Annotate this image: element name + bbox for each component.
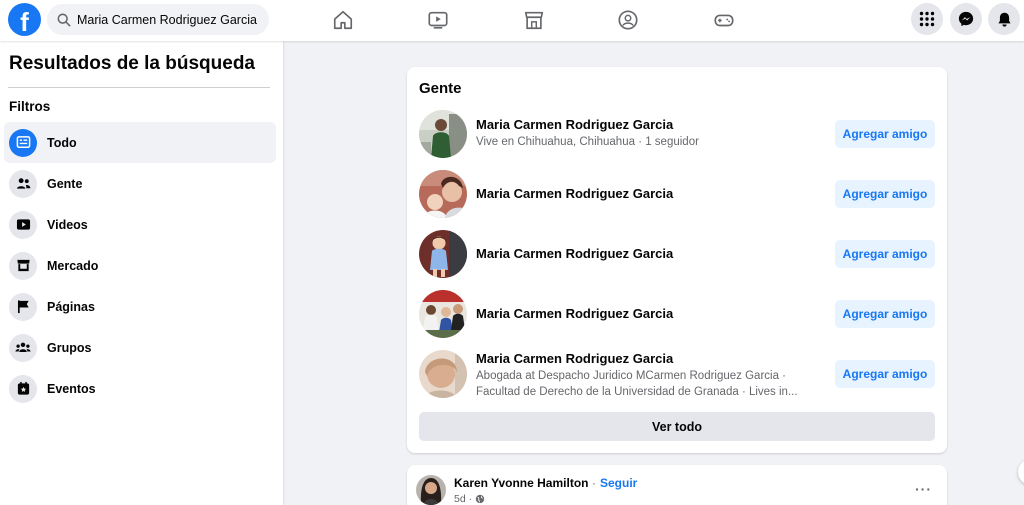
section-title: Gente	[419, 80, 462, 97]
filter-item-pages[interactable]: Páginas	[4, 286, 276, 327]
add-friend-button[interactable]: Agregar amigo	[835, 240, 935, 268]
people-icon	[9, 169, 37, 198]
post-card: Karen Yvonne Hamilton · Seguir 5d · ···	[407, 465, 947, 505]
separator: ·	[592, 476, 596, 490]
post-author[interactable]: Karen Yvonne Hamilton	[454, 476, 588, 490]
search-icon	[57, 13, 71, 26]
person-details: Abogada at Despacho Juridico MCarmen Rod…	[476, 370, 787, 382]
person-name[interactable]: Maria Carmen Rodriguez Garcia	[476, 117, 673, 132]
person-details: Facultad de Derecho de la Universidad de…	[476, 386, 798, 398]
see-all-button[interactable]: Ver todo	[419, 412, 935, 441]
person-name[interactable]: Maria Carmen Rodriguez Garcia	[476, 351, 673, 366]
all-results-icon	[9, 128, 37, 157]
more-options-icon[interactable]: ···	[915, 481, 932, 497]
filter-label: Todo	[47, 135, 77, 150]
person-name[interactable]: Maria Carmen Rodriguez Garcia	[476, 246, 673, 261]
filters-heading: Filtros	[9, 99, 51, 114]
filter-item-marketplace[interactable]: Mercado	[4, 245, 276, 286]
search-box[interactable]	[47, 4, 269, 35]
search-filters-sidebar: Resultados de la búsqueda Filtros Todo G…	[0, 41, 283, 505]
person-result: Maria Carmen Rodriguez Garcia Vive en Ch…	[419, 110, 935, 160]
avatar[interactable]	[416, 475, 446, 505]
top-navigation-bar: f	[0, 0, 1024, 41]
avatar[interactable]	[419, 110, 467, 158]
filter-label: Gente	[47, 176, 83, 191]
filter-label: Mercado	[47, 258, 99, 273]
person-result: Maria Carmen Rodriguez Garcia Agregar am…	[419, 290, 935, 340]
groups-icon	[9, 333, 37, 362]
filter-item-groups[interactable]: Grupos	[4, 327, 276, 368]
add-friend-button[interactable]: Agregar amigo	[835, 300, 935, 328]
person-result: Maria Carmen Rodriguez Garcia Agregar am…	[419, 230, 935, 280]
add-friend-button[interactable]: Agregar amigo	[835, 180, 935, 208]
avatar[interactable]	[419, 170, 467, 218]
post-timestamp[interactable]: 5d ·	[454, 493, 485, 505]
filter-item-all[interactable]: Todo	[4, 122, 276, 163]
divider	[8, 87, 270, 88]
avatar[interactable]	[419, 290, 467, 338]
follow-link[interactable]: Seguir	[600, 476, 637, 490]
post-time-text: 5d ·	[454, 493, 473, 505]
calendar-star-icon	[9, 374, 37, 403]
globe-icon	[475, 494, 485, 504]
chat-bubble[interactable]	[1018, 459, 1024, 485]
person-name[interactable]: Maria Carmen Rodriguez Garcia	[476, 186, 673, 201]
groups-icon[interactable]	[616, 8, 640, 32]
store-icon	[9, 251, 37, 280]
page-title: Resultados de la búsqueda	[9, 53, 255, 74]
filter-label: Páginas	[47, 299, 95, 314]
filter-label: Videos	[47, 217, 88, 232]
bell-icon[interactable]	[988, 3, 1020, 35]
search-input[interactable]	[77, 12, 257, 27]
filter-item-people[interactable]: Gente	[4, 163, 276, 204]
home-icon[interactable]	[331, 8, 355, 32]
filter-item-events[interactable]: Eventos	[4, 368, 276, 409]
menu-grid-icon[interactable]	[911, 3, 943, 35]
filter-item-videos[interactable]: Videos	[4, 204, 276, 245]
marketplace-icon[interactable]	[522, 8, 546, 32]
filter-label: Eventos	[47, 381, 96, 396]
person-name[interactable]: Maria Carmen Rodriguez Garcia	[476, 306, 673, 321]
person-details: Vive en Chihuahua, Chihuahua · 1 seguido…	[476, 136, 699, 148]
gaming-icon[interactable]	[712, 8, 736, 32]
add-friend-button[interactable]: Agregar amigo	[835, 360, 935, 388]
avatar[interactable]	[419, 350, 467, 398]
flag-icon	[9, 292, 37, 321]
person-result: Maria Carmen Rodriguez Garcia Agregar am…	[419, 170, 935, 220]
people-results-card: Gente Maria Carmen Rodriguez Garcia Vive…	[407, 67, 947, 453]
video-icon	[9, 210, 37, 239]
person-result: Maria Carmen Rodriguez Garcia Abogada at…	[419, 350, 935, 400]
avatar[interactable]	[419, 230, 467, 278]
messenger-icon[interactable]	[950, 3, 982, 35]
add-friend-button[interactable]: Agregar amigo	[835, 120, 935, 148]
filter-label: Grupos	[47, 340, 92, 355]
video-icon[interactable]	[426, 8, 450, 32]
facebook-logo[interactable]: f	[8, 3, 41, 36]
